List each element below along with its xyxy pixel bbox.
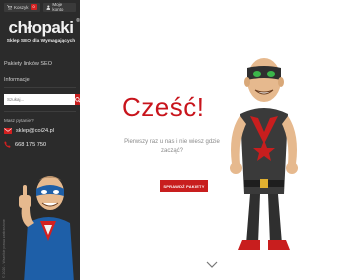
logo-registered-mark: ® [76, 18, 80, 24]
check-packages-button[interactable]: SPRAWDŹ PAKIETY [160, 180, 208, 192]
nav-item-information[interactable]: Informacje [4, 74, 76, 87]
sidebar-topbar: Koszyk 0 Moje konto [0, 0, 80, 14]
contact-email[interactable]: sklep@coi24.pl [4, 128, 54, 134]
user-icon [46, 5, 50, 10]
site-logo[interactable]: chłopaki ® Sklep SEO dla Wymagających [6, 18, 80, 44]
contact-phone-text: 668 175 750 [15, 141, 47, 148]
envelope-icon [4, 128, 12, 134]
mascot-thumbs-up-illustration [19, 176, 74, 280]
search-form [4, 94, 80, 105]
hero-question: Pierwszy raz u nas i nie wiesz gdzie zac… [124, 139, 220, 154]
account-button[interactable]: Moje konto [42, 2, 76, 12]
chevron-down-icon[interactable] [206, 261, 218, 269]
logo-subtitle: Sklep SEO dla Wymagających [6, 39, 76, 44]
sidebar: Koszyk 0 Moje konto chłopaki ® Sklep SEO… [0, 0, 80, 280]
cart-label: Koszyk [14, 4, 29, 10]
sidebar-divider [4, 111, 76, 112]
phone-icon [4, 141, 11, 148]
cart-icon [7, 4, 12, 10]
main-content: Cześć! Pierwszy raz u nas i nie wiesz gd… [80, 0, 350, 280]
contact-phone[interactable]: 668 175 750 [4, 141, 46, 148]
cart-button[interactable]: Koszyk 0 [4, 2, 40, 12]
contact-email-text: sklep@coi24.pl [16, 128, 55, 134]
account-label: Moje konto [52, 2, 64, 12]
search-input[interactable] [4, 94, 75, 105]
contact-heading: Masz pytanie? [4, 118, 34, 123]
nav-item-seo-packages[interactable]: Pakiety linków SEO [4, 58, 76, 71]
logo-text: chłopaki [8, 18, 74, 37]
sidebar-nav: Pakiety linków SEO Informacje [4, 58, 76, 87]
superhero-mascot-illustration [230, 58, 298, 250]
sidebar-copyright: © 2020 - Wszelkie prawa zastrzeżone [2, 219, 6, 278]
hero-greeting: Cześć! [122, 92, 205, 122]
sidebar-divider [4, 87, 76, 88]
logo-wordmark: chłopaki ® [8, 18, 80, 38]
cart-count-badge: 0 [30, 4, 37, 10]
